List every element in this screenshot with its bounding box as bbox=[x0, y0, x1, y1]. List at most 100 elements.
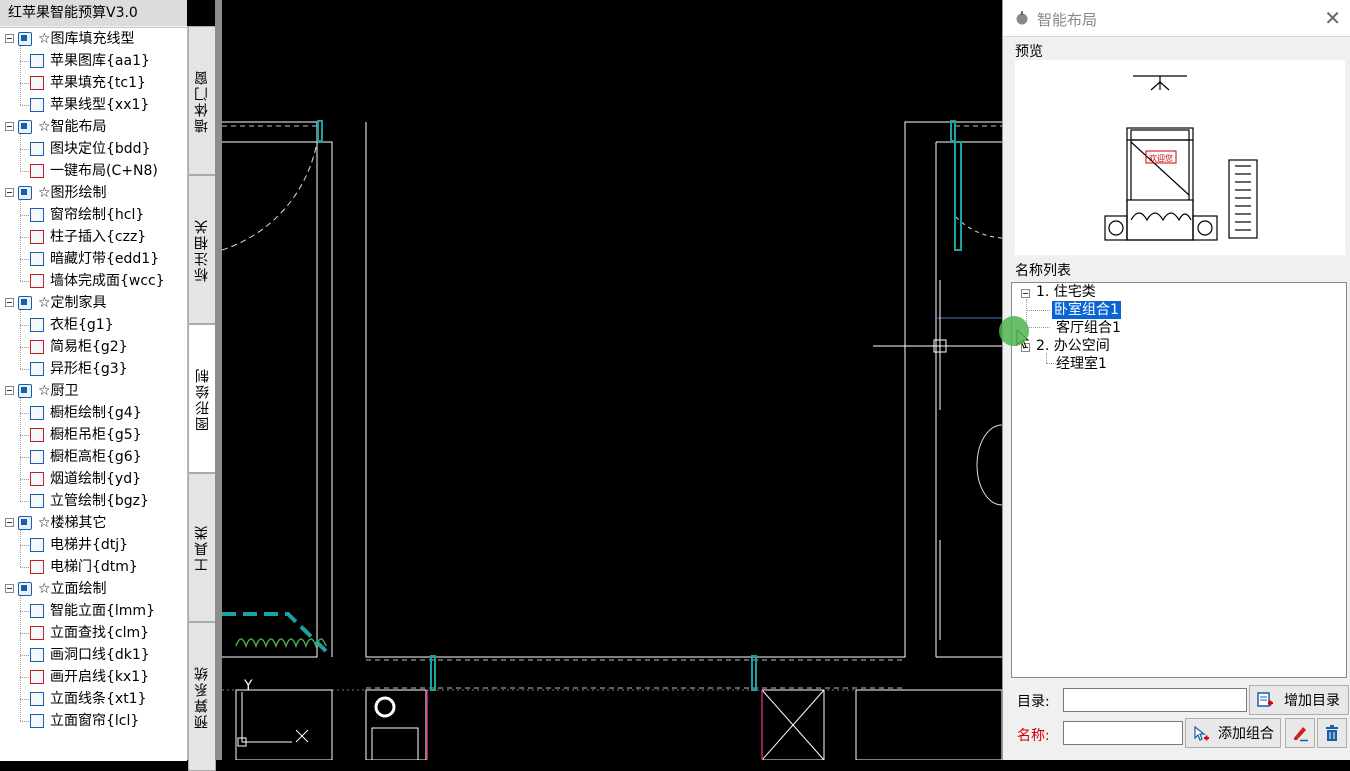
collapse-icon[interactable] bbox=[5, 518, 14, 527]
delete-button[interactable] bbox=[1317, 718, 1347, 748]
tool-item-label: 窗帘绘制{hcl} bbox=[50, 207, 145, 223]
tool-item-label: 橱柜高柜{g6} bbox=[50, 449, 142, 465]
tool-item[interactable]: 橱柜绘制{g4} bbox=[0, 402, 187, 424]
add-directory-label: 增加目录 bbox=[1284, 693, 1340, 709]
tool-item-icon bbox=[30, 472, 44, 486]
tool-item-label: 橱柜吊柜{g5} bbox=[50, 427, 142, 443]
collapse-icon[interactable] bbox=[5, 188, 14, 197]
tool-item-icon bbox=[30, 604, 44, 618]
tree-group-residential[interactable]: 1. 住宅类 bbox=[1036, 283, 1096, 301]
name-list-label: 名称列表 bbox=[1015, 263, 1071, 279]
tool-item-icon bbox=[30, 230, 44, 244]
tool-item[interactable]: 橱柜吊柜{g5} bbox=[0, 424, 187, 446]
vertical-tab[interactable]: 工具类 bbox=[188, 473, 216, 622]
vertical-tab-label: 工具类 bbox=[194, 523, 210, 572]
vertical-tab[interactable]: 图形绘制 bbox=[188, 324, 216, 473]
collapse-icon[interactable] bbox=[5, 34, 14, 43]
tool-item[interactable]: 衣柜{g1} bbox=[0, 314, 187, 336]
tool-item[interactable]: 窗帘绘制{hcl} bbox=[0, 204, 187, 226]
tool-item-icon bbox=[30, 670, 44, 684]
tool-item[interactable]: 墙体完成面{wcc} bbox=[0, 270, 187, 292]
tool-item-icon bbox=[30, 362, 44, 376]
dir-input[interactable] bbox=[1063, 688, 1247, 712]
tool-group[interactable]: ☆图形绘制 bbox=[0, 182, 187, 204]
bedroom-preview-drawing: 欢迎您 bbox=[1104, 75, 1258, 241]
add-group-button[interactable]: 添加组合 bbox=[1185, 718, 1281, 748]
tool-item[interactable]: 图块定位{bdd} bbox=[0, 138, 187, 160]
floor-plan-drawing: Y bbox=[221, 120, 1003, 761]
splitter-bar[interactable] bbox=[215, 0, 222, 760]
vertical-tab[interactable]: 预算系统 bbox=[188, 622, 216, 771]
tool-item-icon bbox=[30, 560, 44, 574]
tool-item-icon bbox=[30, 626, 44, 640]
add-directory-icon bbox=[1257, 692, 1273, 707]
tool-item[interactable]: 立面线条{xt1} bbox=[0, 688, 187, 710]
ucs-y-label: Y bbox=[243, 678, 253, 694]
tool-item-label: 柱子插入{czz} bbox=[50, 229, 147, 245]
tool-item[interactable]: 智能立面{lmm} bbox=[0, 600, 187, 622]
vertical-tab-label: 图形绘制 bbox=[194, 366, 211, 431]
close-icon[interactable]: ✕ bbox=[1324, 6, 1341, 30]
tool-item[interactable]: 暗藏灯带{edd1} bbox=[0, 248, 187, 270]
tool-item-icon bbox=[30, 274, 44, 288]
folder-icon bbox=[18, 120, 32, 134]
tool-item[interactable]: 异形柜{g3} bbox=[0, 358, 187, 380]
name-list-tree[interactable]: 1. 住宅类 卧室组合1 客厅组合1 2. 办公空间 经理室1 bbox=[1011, 282, 1347, 678]
vertical-tab-label: 墙体门窗 bbox=[194, 68, 210, 133]
collapse-icon[interactable] bbox=[5, 298, 14, 307]
tool-item-label: 画开启线{kx1} bbox=[50, 669, 150, 685]
collapse-icon[interactable] bbox=[5, 122, 14, 131]
vertical-tab[interactable]: 标注相关 bbox=[188, 175, 216, 324]
tool-group-label: ☆智能布局 bbox=[38, 119, 107, 135]
tool-group[interactable]: ☆智能布局 bbox=[0, 116, 187, 138]
tool-item[interactable]: 立管绘制{bgz} bbox=[0, 490, 187, 512]
vertical-tab[interactable]: 墙体门窗 bbox=[188, 26, 216, 175]
tool-item-label: 苹果线型{xx1} bbox=[50, 97, 150, 113]
folder-icon bbox=[18, 296, 32, 310]
tool-item[interactable]: 一键布局(C+N8) bbox=[0, 160, 187, 182]
tool-item-label: 立面查找{clm} bbox=[50, 625, 150, 641]
tool-item[interactable]: 立面窗帘{lcl} bbox=[0, 710, 187, 732]
tool-item-icon bbox=[30, 208, 44, 222]
tool-item-icon bbox=[30, 406, 44, 420]
tool-item[interactable]: 苹果图库{aa1} bbox=[0, 50, 187, 72]
tool-item-icon bbox=[30, 252, 44, 266]
tool-item-icon bbox=[30, 142, 44, 156]
tool-item-label: 异形柜{g3} bbox=[50, 361, 128, 377]
tool-item[interactable]: 苹果填充{tc1} bbox=[0, 72, 187, 94]
tool-item-icon bbox=[30, 54, 44, 68]
tool-item-label: 暗藏灯带{edd1} bbox=[50, 251, 160, 267]
tool-item[interactable]: 电梯井{dtj} bbox=[0, 534, 187, 556]
tool-item-label: 一键布局(C+N8) bbox=[50, 163, 158, 179]
trash-icon bbox=[1326, 725, 1338, 741]
tool-group[interactable]: ☆楼梯其它 bbox=[0, 512, 187, 534]
add-directory-button[interactable]: 增加目录 bbox=[1249, 685, 1349, 715]
tool-group-label: ☆立面绘制 bbox=[38, 581, 107, 597]
collapse-icon[interactable] bbox=[5, 584, 14, 593]
tool-group[interactable]: ☆立面绘制 bbox=[0, 578, 187, 600]
collapse-icon[interactable] bbox=[1021, 289, 1030, 298]
tree-item-living-combo-1[interactable]: 客厅组合1 bbox=[1056, 319, 1121, 337]
tool-item-label: 立面线条{xt1} bbox=[50, 691, 147, 707]
tool-item[interactable]: 立面查找{clm} bbox=[0, 622, 187, 644]
tool-group[interactable]: ☆厨卫 bbox=[0, 380, 187, 402]
tree-item-bedroom-combo-1[interactable]: 卧室组合1 bbox=[1051, 300, 1122, 320]
tool-item[interactable]: 简易柜{g2} bbox=[0, 336, 187, 358]
tool-item[interactable]: 画开启线{kx1} bbox=[0, 666, 187, 688]
tool-group[interactable]: ☆定制家具 bbox=[0, 292, 187, 314]
name-input[interactable] bbox=[1063, 721, 1183, 745]
tree-item-manager-room-1[interactable]: 经理室1 bbox=[1056, 355, 1107, 373]
cad-drawing-area[interactable]: Y bbox=[221, 0, 1003, 761]
tool-item[interactable]: 柱子插入{czz} bbox=[0, 226, 187, 248]
tool-item[interactable]: 烟道绘制{yd} bbox=[0, 468, 187, 490]
tool-item[interactable]: 橱柜高柜{g6} bbox=[0, 446, 187, 468]
tool-item[interactable]: 电梯门{dtm} bbox=[0, 556, 187, 578]
tool-group[interactable]: ☆图库填充线型 bbox=[0, 28, 187, 50]
tool-item-icon bbox=[30, 450, 44, 464]
edit-button[interactable] bbox=[1285, 718, 1315, 748]
tool-item[interactable]: 苹果线型{xx1} bbox=[0, 94, 187, 116]
tree-group-office[interactable]: 2. 办公空间 bbox=[1036, 337, 1110, 355]
collapse-icon[interactable] bbox=[5, 386, 14, 395]
tool-item[interactable]: 画洞口线{dk1} bbox=[0, 644, 187, 666]
tool-item-icon bbox=[30, 340, 44, 354]
